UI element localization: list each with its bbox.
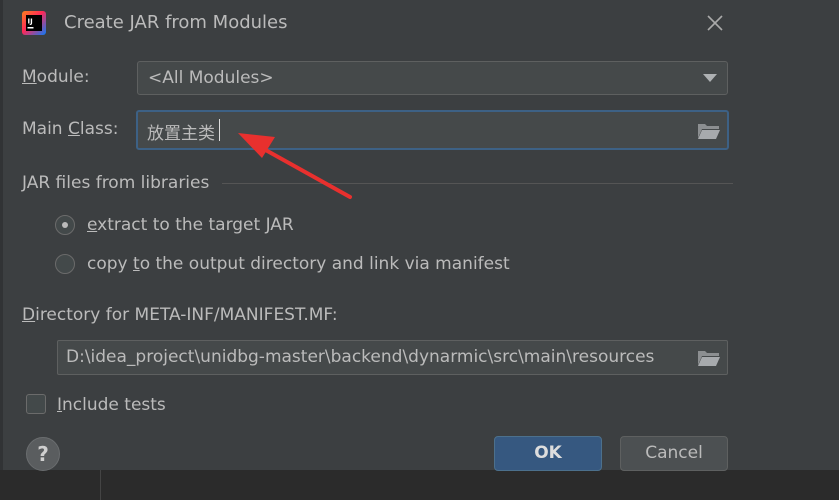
dialog-title: Create JAR from Modules	[64, 12, 288, 33]
section-separator	[222, 183, 733, 184]
libraries-section-label: JAR files from libraries	[22, 173, 210, 193]
include-tests-label[interactable]: Include tests	[57, 395, 166, 415]
svg-text:IJ: IJ	[28, 18, 33, 26]
module-select[interactable]: <All Modules>	[137, 61, 728, 95]
text-caret	[219, 119, 220, 141]
manifest-dir-label: Directory for META-INF/MANIFEST.MF:	[22, 305, 338, 325]
background-ide-edge	[0, 470, 839, 500]
title-bar: IJ Create JAR from Modules	[0, 0, 839, 46]
folder-browse-icon[interactable]	[697, 349, 721, 367]
ok-button[interactable]: OK	[494, 436, 602, 471]
main-class-value: 放置主类	[147, 124, 215, 144]
module-select-value: <All Modules>	[148, 68, 274, 88]
module-label: Module:	[22, 67, 90, 87]
radio-selected-dot	[62, 222, 68, 228]
folder-browse-icon[interactable]	[697, 122, 721, 140]
intellij-idea-icon: IJ	[22, 11, 46, 35]
manifest-dir-value: D:\idea_project\unidbg-master\backend\dy…	[66, 347, 655, 367]
main-class-label: Main Class:	[22, 119, 119, 139]
radio-copy[interactable]	[55, 254, 75, 274]
manifest-dir-input[interactable]: D:\idea_project\unidbg-master\backend\dy…	[57, 340, 728, 375]
background-divider	[100, 470, 101, 500]
radio-extract-label[interactable]: extract to the target JAR	[87, 215, 294, 235]
help-button[interactable]: ?	[26, 437, 60, 471]
main-class-input[interactable]: 放置主类	[136, 110, 729, 150]
radio-extract[interactable]	[55, 215, 75, 235]
create-jar-dialog: IJ Create JAR from Modules Module: <All …	[0, 0, 839, 500]
radio-copy-label[interactable]: copy to the output directory and link vi…	[87, 254, 510, 274]
include-tests-checkbox[interactable]	[26, 394, 46, 414]
chevron-down-icon	[703, 74, 717, 82]
cancel-button[interactable]: Cancel	[620, 436, 728, 471]
background-strip	[0, 0, 3, 500]
close-icon[interactable]	[703, 11, 727, 35]
